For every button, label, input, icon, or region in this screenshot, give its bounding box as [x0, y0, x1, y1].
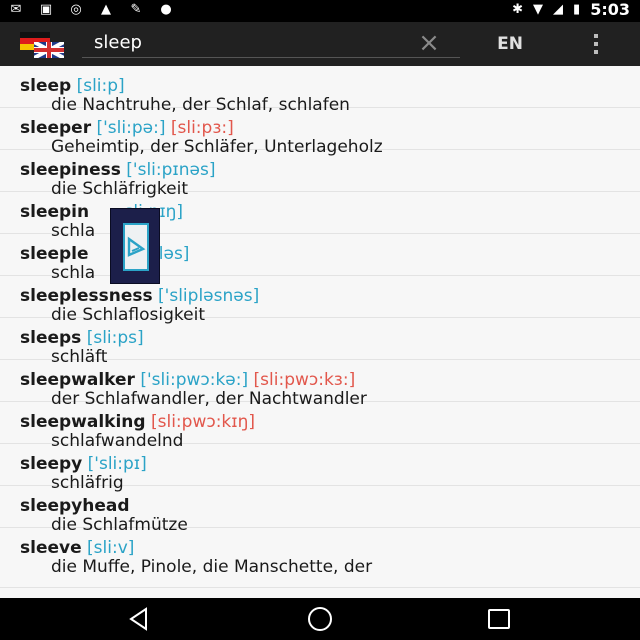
- entry-word: sleeve: [20, 538, 82, 558]
- entry-pronunciation: ['slipləsnəs]: [158, 286, 260, 306]
- list-item[interactable]: sleepyhead die Schlafmütze: [0, 486, 640, 534]
- results-list[interactable]: sleep [sli:p] die Nachtruhe, der Schlaf,…: [0, 66, 640, 598]
- entry-pronunciation: ['sli:pwɔ:kə:]: [140, 370, 249, 390]
- status-system-icons: ✱ ▼ ◢ ▮ 5:03: [512, 2, 630, 18]
- sync-icon: ◎: [70, 2, 82, 17]
- entry-word: sleeple: [20, 244, 89, 264]
- list-item[interactable]: sleeplessness ['slipləsnəs] die Schlaflo…: [0, 276, 640, 324]
- entry-word: sleepwalker: [20, 370, 135, 390]
- entry-pronunciation-alt: [sli:pɜ:]: [170, 118, 234, 138]
- uk-flag: [34, 42, 64, 58]
- entry-pronunciation: ['sli:pə:]: [96, 118, 166, 138]
- entry-word: sleepwalking: [20, 412, 146, 432]
- entry-word: sleeplessness: [20, 286, 153, 306]
- tools-icon: ✎: [130, 2, 142, 17]
- entry-word: sleep: [20, 76, 72, 96]
- entry-word: sleepy: [20, 454, 83, 474]
- entry-pronunciation-alt: [sli:pwɔ:kɪŋ]: [151, 412, 255, 432]
- entry-pronunciation: [sli:p]: [76, 76, 125, 96]
- flipboard-icon: ▣: [39, 2, 53, 17]
- app-bar: × EN: [0, 22, 640, 66]
- status-time: 5:03: [590, 0, 630, 19]
- home-icon[interactable]: [306, 606, 334, 632]
- overflow-menu-icon[interactable]: [586, 30, 606, 58]
- no-signal-icon: ◢: [553, 2, 564, 17]
- de-uk-flag-icon[interactable]: [20, 32, 64, 58]
- battery-charging-icon: ▮: [573, 2, 581, 17]
- entry-pronunciation-alt: [sli:pwɔ:kɜ:]: [253, 370, 356, 390]
- navigation-bar: [0, 598, 640, 640]
- floating-widget[interactable]: [110, 208, 160, 284]
- list-item[interactable]: sleepiness ['sli:pɪnəs] die Schläfrigkei…: [0, 150, 640, 198]
- wifi-icon: ▼: [533, 2, 544, 17]
- list-item[interactable]: sleeve [sli:v] die Muffe, Pinole, die Ma…: [0, 528, 640, 588]
- entry-word: sleeps: [20, 328, 82, 348]
- android-icon: ●: [160, 2, 172, 17]
- list-item[interactable]: sleeple sli:pləs] schla: [0, 234, 640, 282]
- entry-translation: die Muffe, Pinole, die Manschette, der: [51, 557, 373, 577]
- language-button[interactable]: EN: [488, 32, 532, 56]
- entry-word: sleeper: [20, 118, 92, 138]
- back-icon[interactable]: [126, 606, 152, 632]
- notification-icon: ✉: [10, 2, 22, 17]
- list-item[interactable]: sleep [sli:p] die Nachtruhe, der Schlaf,…: [0, 66, 640, 114]
- floating-action-icon[interactable]: [123, 223, 149, 271]
- status-bar: ✉ ▣ ◎ ▲ ✎ ● ✱ ▼ ◢ ▮ 5:03: [0, 0, 640, 22]
- search-input[interactable]: [82, 28, 460, 58]
- lock-icon: ▲: [101, 2, 111, 17]
- list-item[interactable]: sleepin sli:pɪŋ] schla d: [0, 192, 640, 240]
- entry-pronunciation: ['sli:pɪnəs]: [126, 160, 216, 180]
- list-item[interactable]: sleeps [sli:ps] schläft: [0, 318, 640, 366]
- entry-word: sleepiness: [20, 160, 121, 180]
- list-item[interactable]: sleepy ['sli:pɪ] schläfrig: [0, 444, 640, 492]
- entry-word: sleepin: [20, 202, 90, 222]
- list-item[interactable]: sleeper ['sli:pə:] [sli:pɜ:] Geheimtip, …: [0, 108, 640, 156]
- entry-pronunciation: [sli:v]: [87, 538, 135, 558]
- list-item[interactable]: sleepwalker ['sli:pwɔ:kə:] [sli:pwɔ:kɜ:]…: [0, 360, 640, 408]
- recents-icon[interactable]: [486, 607, 512, 631]
- entry-pronunciation: ['sli:pɪ]: [87, 454, 147, 474]
- list-item[interactable]: sleepwalking [sli:pwɔ:kɪŋ] schlafwandeln…: [0, 402, 640, 450]
- entry-word: sleepyhead: [20, 496, 130, 516]
- status-notification-icons: ✉ ▣ ◎ ▲ ✎ ●: [6, 2, 176, 18]
- entry-pronunciation: [sli:ps]: [86, 328, 144, 348]
- clear-icon[interactable]: ×: [416, 30, 442, 56]
- bluetooth-icon: ✱: [512, 2, 524, 17]
